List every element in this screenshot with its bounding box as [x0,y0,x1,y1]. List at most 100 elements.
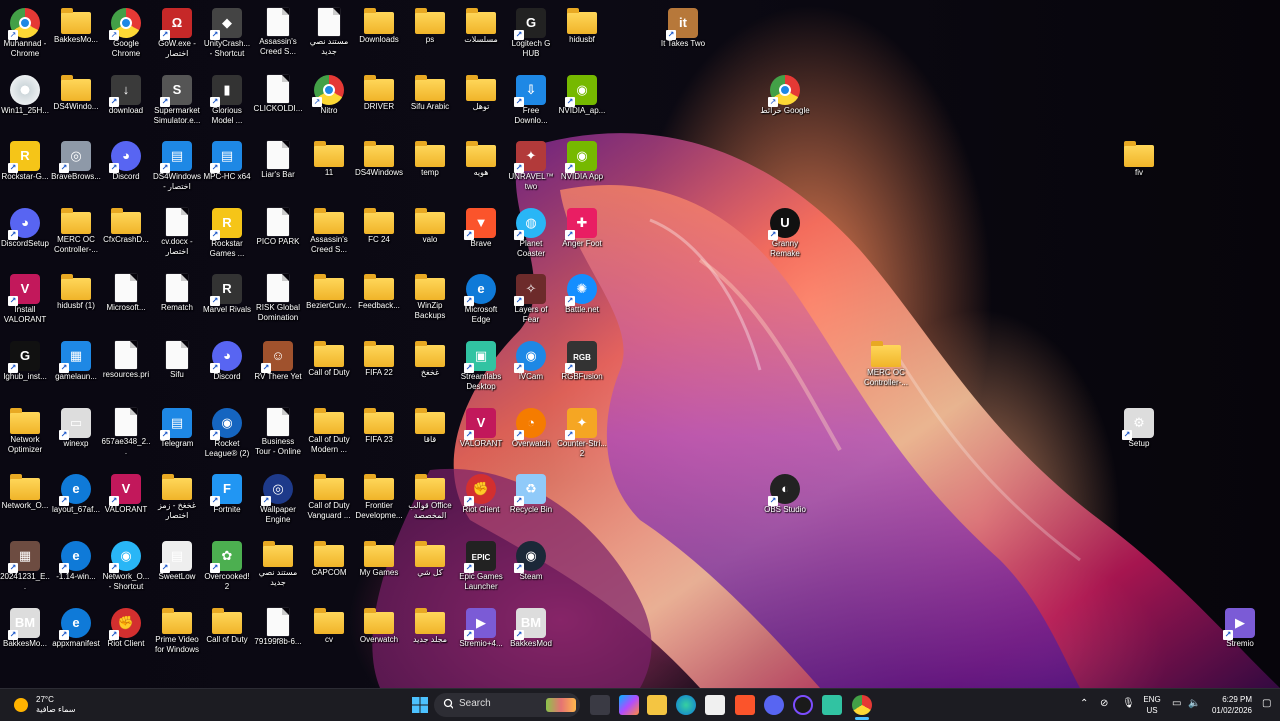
desktop-icon[interactable]: resources.pri [101,337,151,403]
desktop-icon[interactable]: V Install VALORANT [0,270,50,336]
desktop-icon[interactable]: 79199f8b-6... [253,604,303,670]
desktop-icon[interactable]: ✚ Anger Foot [557,204,607,270]
tray-mic-icon[interactable]: 🎙 [1122,698,1135,709]
desktop-icon[interactable]: BakkesMo... [51,4,101,70]
desktop-icon[interactable]: Frontier Developme... [354,470,404,536]
desktop-icon[interactable]: ps [405,4,455,70]
taskbar-store-icon[interactable] [705,695,725,715]
taskbar-chrome-icon[interactable] [852,695,872,715]
notification-icon[interactable]: ▢ [1262,698,1271,709]
desktop-icon[interactable]: cv.docx - اختصار [152,204,202,270]
desktop-icon[interactable]: F Fortnite [202,470,252,536]
desktop-icon[interactable]: DRIVER [354,71,404,137]
taskbar-app-icon[interactable] [793,695,813,715]
desktop-icon[interactable]: 11 [304,137,354,203]
desktop-icon[interactable]: CfxCrashD... [101,204,151,270]
desktop-icon[interactable]: ▦ 20241231_E... [0,537,50,603]
desktop-icon[interactable]: Call of Duty [304,337,354,403]
desktop-icon[interactable]: MERC OC Controller-... [51,204,101,270]
desktop-icon[interactable]: مجلد جديد [405,604,455,670]
desktop-icon[interactable]: ▣ Streamlabs Desktop [456,337,506,403]
desktop-icon[interactable]: ◕ DiscordSetup [0,204,50,270]
desktop-icon[interactable]: ◍ Planet Coaster [506,204,556,270]
desktop-icon[interactable]: BM BakkesMod [506,604,556,670]
tray-volume-icon[interactable]: 🔈 [1188,698,1200,709]
desktop-icon[interactable]: Network Optimizer [0,404,50,470]
desktop-icon[interactable]: ◔ Overwatch [506,404,556,470]
desktop-icon[interactable]: ◉ NVIDIA App [557,137,607,203]
desktop-icon[interactable]: ▶ Stremio+4... [456,604,506,670]
desktop-icon[interactable]: FIFA 22 [354,337,404,403]
desktop-icon[interactable]: ☺ RV There Yet [253,337,303,403]
desktop-icon[interactable]: e appxmanifest [51,604,101,670]
desktop-icon[interactable]: FIFA 23 [354,404,404,470]
desktop-icon[interactable]: ◉ Network_O... - Shortcut [101,537,151,603]
desktop-icon[interactable]: V VALORANT [101,470,151,536]
desktop-icon[interactable]: ▤ DS4Windows - اختصار [152,137,202,203]
desktop-icon[interactable]: ◉ Steam [506,537,556,603]
desktop-icon[interactable]: خرائط Google [760,71,810,137]
desktop-icon[interactable]: ✊ Riot Client [456,470,506,536]
desktop-icon[interactable]: Call of Duty Modern ... [304,404,354,470]
desktop-icon[interactable]: DS4Windo... [51,71,101,137]
desktop-icon[interactable]: ◎ BraveBrows... [51,137,101,203]
desktop-icon[interactable]: Overwatch [354,604,404,670]
desktop-icon[interactable]: e Microsoft Edge [456,270,506,336]
desktop-icon[interactable]: ↓ download [101,71,151,137]
taskbar-file-explorer-icon[interactable] [647,695,667,715]
desktop-icon[interactable]: Liar's Bar [253,137,303,203]
desktop-icon[interactable]: G Ighub_inst... [0,337,50,403]
desktop-icon[interactable]: ◉ NVIDIA_ap... [557,71,607,137]
desktop-icon[interactable]: Assassin's Creed S... [304,204,354,270]
desktop-icon[interactable]: Downloads [354,4,404,70]
desktop-icon[interactable]: DS4Windows [354,137,404,203]
weather-widget[interactable]: 27°C سماء صافية [8,689,98,721]
desktop-icon[interactable]: e -1.14-win... [51,537,101,603]
desktop-icon[interactable]: ✦ Counter-Stri... 2 [557,404,607,470]
desktop-icon[interactable]: Business Tour - Online M... [253,404,303,470]
desktop-icon[interactable]: EPIC Epic Games Launcher [456,537,506,603]
desktop-icon[interactable]: Win11_25H... [0,71,50,137]
taskbar-edge-icon[interactable] [676,695,696,715]
desktop-icon[interactable]: it It Takes Two [658,4,708,70]
desktop-icon[interactable]: e layout_67af... [51,470,101,536]
desktop-icon[interactable]: 657ae348_2... [101,404,151,470]
desktop-icon[interactable]: مستند نصي جديد [304,4,354,70]
desktop-icon[interactable]: ▭ winexp [51,404,101,470]
taskbar-streamlabs-icon[interactable] [822,695,842,715]
desktop-icon[interactable]: ⚙ Setup [1114,404,1164,470]
desktop-icon[interactable]: ▤ MPC-HC x64 [202,137,252,203]
desktop-icon[interactable]: fiv [1114,137,1164,203]
desktop-icon[interactable]: Sifu [152,337,202,403]
taskbar-brave-icon[interactable] [735,695,755,715]
desktop-icon[interactable]: ◕ Discord [202,337,252,403]
desktop-icon[interactable]: Rematch [152,270,202,336]
desktop-icon[interactable]: Network_O... [0,470,50,536]
desktop-icon[interactable]: R Rockstar Games ... [202,204,252,270]
desktop-icon[interactable]: ▶ Stremio [1215,604,1265,670]
desktop-icon[interactable]: Prime Video for Windows [152,604,202,670]
tray-display-icon[interactable]: ▭ [1172,698,1181,709]
desktop-icon[interactable]: ♻ Recycle Bin [506,470,556,536]
desktop-icon[interactable]: Nitro [304,71,354,137]
desktop-icon[interactable]: hidusbf (1) [51,270,101,336]
clock[interactable]: 6:29 PM 01/02/2026 [1204,694,1252,716]
desktop-icon[interactable]: Call of Duty [202,604,252,670]
desktop-icon[interactable]: مسلسلات [456,4,506,70]
desktop-icon[interactable]: غخغخ - زمز اختصار [152,470,202,536]
desktop-icon[interactable]: BM BakkesMo... [0,604,50,670]
desktop-icon[interactable]: hidusbf [557,4,607,70]
desktop-icon[interactable]: Muhannad - Chrome [0,4,50,70]
taskbar-copilot-icon[interactable] [619,695,639,715]
tray-network-off-icon[interactable]: ⊘ [1100,698,1108,709]
desktop-icon[interactable]: FC 24 [354,204,404,270]
desktop-icon[interactable]: ▮ Glorious Model ... [202,71,252,137]
desktop-icon[interactable]: ◉ iVCam [506,337,556,403]
desktop-icon[interactable]: S Supermarket Simulator.e... [152,71,202,137]
desktop-icon[interactable]: ◉ Rocket League® (2) [202,404,252,470]
desktop-icon[interactable]: Google Chrome [101,4,151,70]
desktop-icon[interactable]: ◕ Discord [101,137,151,203]
desktop-icon[interactable]: U Granny Remake [760,204,810,270]
desktop-icon[interactable]: ▤ Telegram [152,404,202,470]
desktop-icon[interactable]: ✦ UNRAVEL™ two [506,137,556,203]
